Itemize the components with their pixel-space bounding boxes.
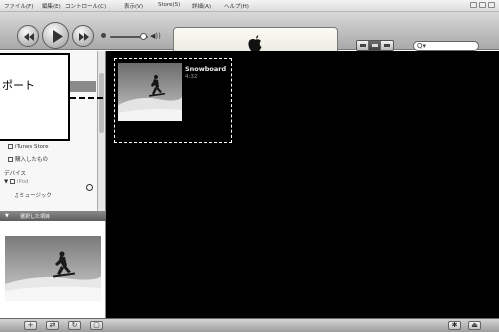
visualizer-icon: ✱ [451,321,458,329]
video-title: Snowboard [185,65,227,73]
eject-icon: ⏏ [471,321,478,329]
window-controls [470,2,495,8]
view-switcher [356,40,394,51]
previous-button[interactable] [17,25,39,47]
sidebar-item-ipod[interactable]: ▼ iPod [4,179,29,185]
next-button[interactable] [72,25,94,47]
bottom-bar: + ⇄ ↻ ▢ ✱ ⏏ [0,318,499,332]
fast-forward-icon [79,33,89,41]
volume-min-icon [101,33,106,38]
menu-controls[interactable]: コントロール(C) [65,2,106,10]
menu-store[interactable]: Store(S) [158,2,180,8]
toolbar: ◀)) 表示 Q▾ 検索 [0,12,499,60]
play-icon [53,30,63,43]
ipod-icon [9,179,15,184]
search-icon: Q▾ [417,42,427,50]
disclosure-triangle-icon[interactable]: ▼ [4,179,8,185]
sidebar-item-label: iPod [16,179,29,185]
menu-advanced[interactable]: 詳細(A) [192,2,211,10]
video-duration: 4:32 [185,74,198,80]
sidebar-item-music[interactable]: ♫ミュージック [14,191,52,199]
sidebar-item-label: 購入したもの [15,157,49,163]
sidebar-item-label: iTunes Store [15,144,49,150]
sidebar-section-devices: デバイス [4,171,26,177]
minimize-button[interactable] [470,2,477,8]
repeat-button[interactable]: ↻ [68,321,81,330]
menu-bar: ファイル(F) 編集(E) コントロール(C) 表示(V) Store(S) 詳… [0,0,499,12]
artwork-toggle-icon[interactable]: ▼ [5,213,9,219]
add-playlist-button[interactable]: + [24,321,37,330]
artwork-header[interactable]: ▼ 選択した項目 [0,211,106,221]
artwork-pane [0,221,106,318]
callout-leader-line [70,97,112,99]
video-item[interactable]: Snowboard 4:32 [114,58,232,143]
maximize-button[interactable] [479,2,486,8]
eject-button[interactable]: ⏏ [468,321,481,330]
callout-text: ポート [2,79,35,92]
shuffle-button[interactable]: ⇄ [46,321,59,330]
view-list-button[interactable] [357,41,369,50]
close-button[interactable] [488,2,495,8]
callout-box: ポート [0,53,70,141]
play-button[interactable] [42,22,69,49]
sidebar-item-purchased[interactable]: 購入したもの [8,155,48,163]
volume-slider-knob[interactable] [140,33,147,40]
view-coverflow-button[interactable] [381,41,393,50]
artwork-image [5,236,101,301]
visualizer-button[interactable]: ✱ [448,321,461,330]
show-artwork-button[interactable]: ▢ [90,321,103,330]
eject-icon[interactable] [86,184,93,191]
artwork-header-label: 選択した項目 [20,214,51,220]
menu-edit[interactable]: 編集(E) [42,2,61,10]
scrollbar-thumb[interactable] [99,73,104,133]
sidebar-item-label: ミュージック [18,193,52,199]
menu-view[interactable]: 表示(V) [124,2,143,10]
store-icon [8,144,13,149]
video-grid: Snowboard 4:32 [106,51,499,318]
search-input[interactable]: Q▾ [413,41,479,51]
menu-help[interactable]: ヘルプ(H) [224,2,249,10]
sidebar-scrollbar[interactable] [97,51,105,211]
rewind-icon [24,33,34,41]
video-thumbnail[interactable] [118,63,182,121]
volume-max-icon: ◀)) [150,32,161,40]
purchased-icon [8,157,13,162]
menu-file[interactable]: ファイル(F) [4,2,33,10]
sidebar-item-itunes-store[interactable]: iTunes Store [8,144,49,150]
view-grid-button[interactable] [369,41,381,50]
